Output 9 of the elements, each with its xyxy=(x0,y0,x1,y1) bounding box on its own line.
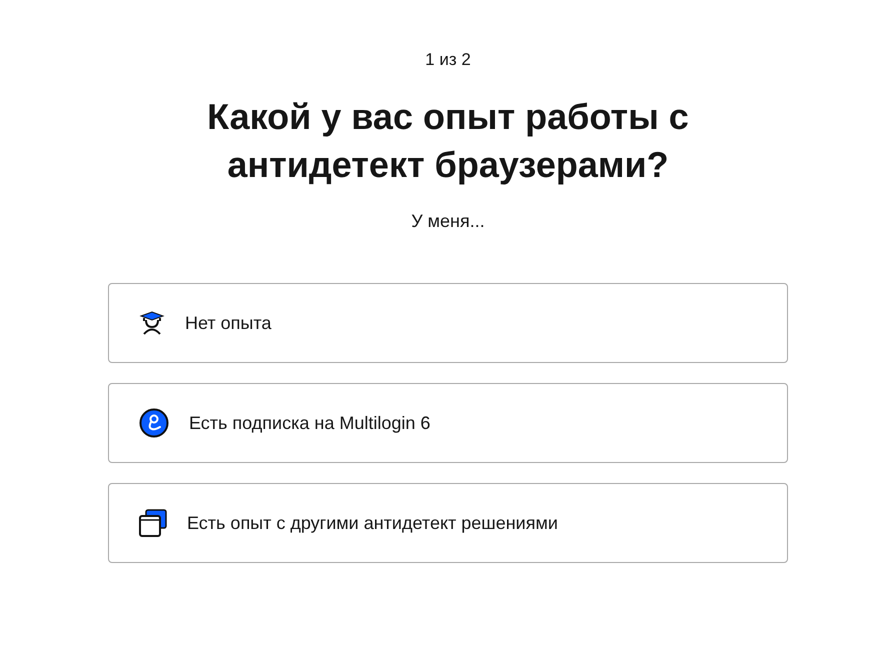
graduate-icon xyxy=(139,311,165,335)
windows-icon xyxy=(139,509,167,537)
answer-option[interactable]: Есть опыт с другими антидетект решениями xyxy=(108,483,788,563)
logo-icon xyxy=(139,408,169,438)
step-counter: 1 из 2 xyxy=(425,49,471,71)
question-title: Какой у вас опыт работы с антидетект браузерами? xyxy=(206,95,690,187)
answer-option[interactable]: Есть подписка на Multilogin 6 xyxy=(108,383,788,463)
subtitle: У меня... xyxy=(411,210,485,233)
answer-option[interactable]: Нет опыта xyxy=(108,283,788,363)
